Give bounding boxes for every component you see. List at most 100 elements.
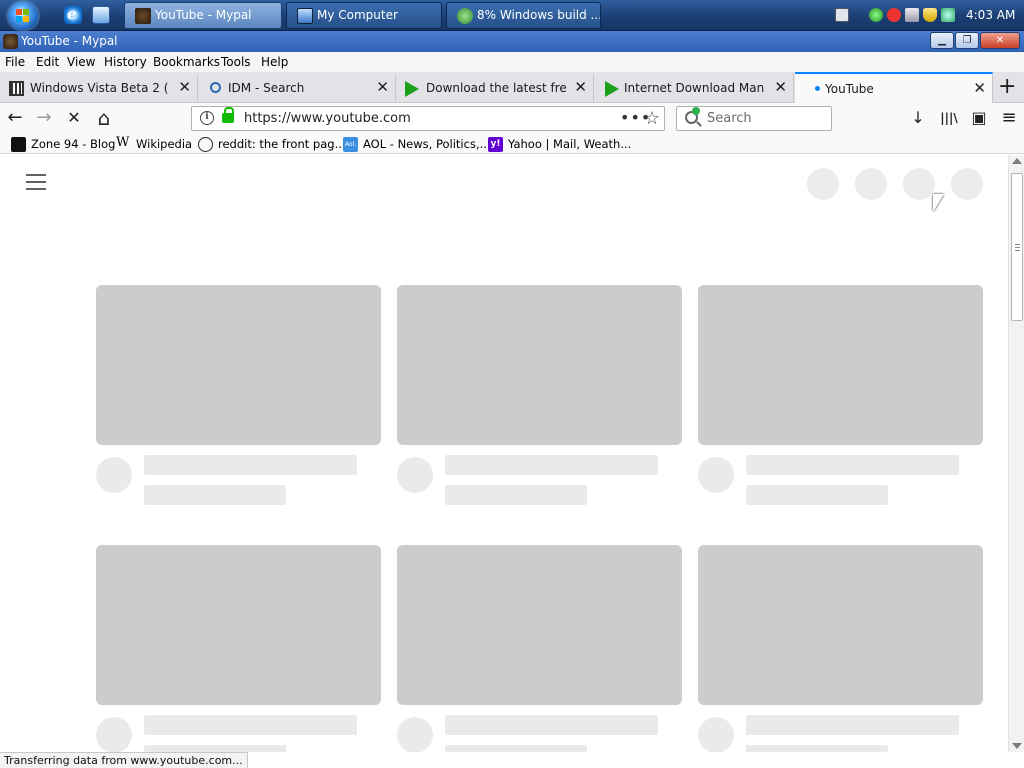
navigation-toolbar: ← → ✕ ⌂ i https://www.youtube.com ••• ☆ … — [0, 103, 1024, 134]
url-text[interactable]: https://www.youtube.com — [244, 111, 411, 126]
idm-tray-icon[interactable] — [941, 8, 955, 22]
taskbar-button-download[interactable]: 8% Windows build ... — [446, 2, 601, 29]
idm-play-icon — [605, 81, 619, 97]
meta-placeholder — [445, 745, 587, 752]
menu-button[interactable]: ≡ — [999, 109, 1019, 129]
yahoo-icon: y! — [488, 137, 503, 152]
new-tab-button[interactable]: + — [998, 76, 1016, 98]
menu-help[interactable]: Help — [261, 55, 288, 69]
internet-explorer-icon[interactable]: e — [64, 5, 82, 24]
mypal-icon — [135, 8, 151, 24]
video-thumbnail-placeholder — [698, 545, 983, 705]
title-placeholder — [445, 455, 658, 475]
taskbar-button-mypal[interactable]: YouTube - Mypal — [124, 2, 282, 29]
keyboard-icon[interactable] — [835, 8, 849, 22]
bookmark-label: AOL - News, Politics,... — [363, 137, 491, 151]
taskbar-button-label: YouTube - Mypal — [155, 8, 252, 22]
menu-edit[interactable]: Edit — [36, 55, 59, 69]
mouse-cursor-icon — [933, 194, 944, 212]
bookmarks-toolbar: Zone 94 - Blog W Wikipedia reddit: the f… — [0, 134, 1024, 154]
menu-tools[interactable]: Tools — [221, 55, 251, 69]
computer-icon — [297, 8, 313, 24]
back-button[interactable]: ← — [3, 107, 27, 131]
menu-bookmarks[interactable]: Bookmarks — [153, 55, 220, 69]
network-globe-icon[interactable] — [869, 8, 883, 22]
close-icon[interactable]: ✕ — [973, 81, 986, 96]
clock[interactable]: 4:03 AM — [966, 0, 1015, 31]
info-icon[interactable]: i — [200, 111, 214, 125]
tab-youtube[interactable]: YouTube ✕ — [795, 72, 993, 103]
stop-button[interactable]: ✕ — [62, 107, 86, 131]
avatar-placeholder — [698, 457, 734, 493]
tab-windows-vista[interactable]: Windows Vista Beta 2 (Buil ✕ — [0, 74, 198, 102]
close-icon[interactable]: ✕ — [774, 80, 787, 95]
scroll-thumb[interactable] — [1011, 173, 1023, 321]
scroll-up-arrow-icon[interactable] — [1012, 158, 1022, 164]
security-shield-icon[interactable] — [923, 8, 937, 22]
alert-icon[interactable] — [887, 8, 901, 22]
home-button[interactable]: ⌂ — [92, 107, 116, 131]
tab-title: Download the latest free tr — [426, 81, 566, 95]
meta-placeholder — [144, 745, 286, 752]
tab-download-free[interactable]: Download the latest free tr ✕ — [396, 74, 594, 102]
close-icon[interactable]: ✕ — [178, 80, 191, 95]
tab-internet-download-manager[interactable]: Internet Download Manag ✕ — [594, 74, 794, 102]
minimize-button[interactable]: ▁ — [930, 32, 954, 49]
search-icon — [685, 107, 700, 124]
bookmark-wikipedia[interactable]: W Wikipedia — [116, 135, 196, 152]
close-icon[interactable]: ✕ — [574, 80, 587, 95]
library-button[interactable]: |||\ — [939, 109, 959, 129]
menu-file[interactable]: File — [5, 55, 25, 69]
window-titlebar: YouTube - Mypal ▁ ❐ ✕ — [0, 31, 1024, 52]
start-button[interactable] — [8, 2, 38, 30]
masthead-placeholder — [855, 168, 887, 200]
printer-icon[interactable] — [905, 8, 919, 22]
url-bar[interactable]: i https://www.youtube.com ••• ☆ — [191, 106, 665, 131]
vertical-scrollbar[interactable] — [1008, 155, 1024, 752]
page-content — [0, 155, 1008, 752]
forward-button[interactable]: → — [32, 107, 56, 131]
maximize-button[interactable]: ❐ — [955, 32, 979, 49]
guide-menu-icon[interactable] — [26, 174, 46, 190]
menu-history[interactable]: History — [104, 55, 147, 69]
bookmark-label: reddit: the front pag... — [218, 137, 346, 151]
close-icon[interactable]: ✕ — [376, 80, 389, 95]
video-thumbnail-placeholder — [397, 545, 682, 705]
video-thumbnail-placeholder — [96, 545, 381, 705]
lock-icon[interactable] — [222, 107, 234, 123]
masthead-placeholder — [807, 168, 839, 200]
masthead-placeholder — [903, 168, 935, 200]
idm-play-icon — [405, 81, 419, 97]
sidebar-button[interactable]: ▣ — [969, 109, 989, 129]
avatar-placeholder — [397, 717, 433, 752]
search-bar[interactable] — [676, 106, 832, 131]
loading-dot-icon — [815, 86, 820, 91]
scroll-down-arrow-icon[interactable] — [1012, 743, 1022, 749]
title-placeholder — [746, 715, 959, 735]
show-desktop-icon[interactable] — [92, 6, 110, 24]
menu-view[interactable]: View — [67, 55, 95, 69]
meta-placeholder — [746, 745, 888, 752]
taskbar-button-label: My Computer — [317, 8, 398, 22]
bookmark-reddit[interactable]: reddit: the front pag... — [198, 136, 346, 152]
tab-title: Internet Download Manag — [624, 81, 764, 95]
windows-flag-icon — [16, 9, 30, 23]
bookmark-zone94[interactable]: Zone 94 - Blog — [11, 136, 115, 152]
bookmark-label: Wikipedia — [136, 137, 193, 151]
avatar-placeholder — [397, 457, 433, 493]
window-title: YouTube - Mypal — [21, 34, 118, 48]
bookmark-yahoo[interactable]: y! Yahoo | Mail, Weath... — [488, 136, 631, 152]
search-input[interactable] — [707, 111, 827, 126]
tab-idm-search[interactable]: IDM - Search ✕ — [198, 74, 396, 102]
video-thumbnail-placeholder — [397, 285, 682, 445]
taskbar-button-my-computer[interactable]: My Computer — [286, 2, 442, 29]
bookmark-star-icon[interactable]: ☆ — [644, 108, 660, 129]
status-bar: Transferring data from www.youtube.com..… — [0, 752, 248, 768]
bookmark-aol[interactable]: Aol. AOL - News, Politics,... — [343, 136, 491, 152]
title-placeholder — [144, 715, 357, 735]
tab-title: IDM - Search — [228, 81, 305, 95]
zone94-icon — [11, 137, 26, 152]
meta-placeholder — [445, 485, 587, 505]
close-button[interactable]: ✕ — [980, 32, 1020, 49]
downloads-button[interactable]: ↓ — [908, 109, 928, 129]
